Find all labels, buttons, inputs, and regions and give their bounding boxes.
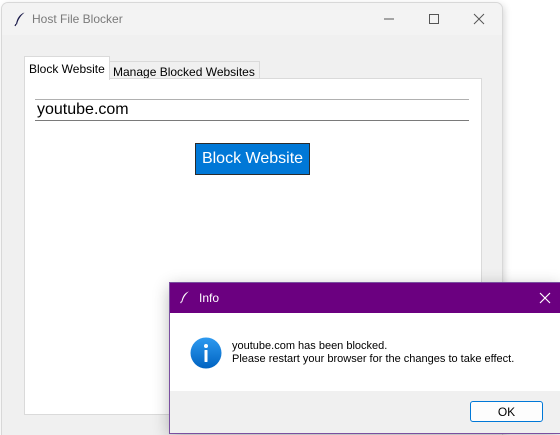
dialog-message-line-1: youtube.com has been blocked.	[232, 340, 388, 352]
minimize-icon	[384, 18, 394, 20]
titlebar[interactable]: Host File Blocker	[2, 3, 502, 35]
dialog-footer: OK	[170, 391, 560, 433]
website-input[interactable]	[35, 99, 469, 121]
close-icon	[539, 292, 551, 304]
dialog-titlebar[interactable]: Info	[170, 283, 560, 313]
dialog-close-button[interactable]	[530, 283, 560, 313]
feather-icon	[178, 290, 192, 304]
tab-block-website[interactable]: Block Website	[24, 56, 110, 80]
close-icon	[473, 13, 485, 25]
info-icon	[190, 337, 222, 369]
dialog-message-line-2: Please restart your browser for the chan…	[232, 353, 515, 365]
ok-button[interactable]: OK	[470, 401, 543, 422]
close-button[interactable]	[456, 3, 502, 35]
window-title: Host File Blocker	[32, 12, 123, 26]
minimize-button[interactable]	[366, 3, 412, 35]
feather-icon	[12, 11, 28, 27]
maximize-button[interactable]	[411, 3, 457, 35]
block-website-button[interactable]: Block Website	[195, 143, 310, 175]
maximize-icon	[429, 14, 439, 24]
dialog-title: Info	[199, 291, 220, 305]
info-dialog: Info youtube.com has been blocked. Pleas…	[170, 283, 560, 433]
